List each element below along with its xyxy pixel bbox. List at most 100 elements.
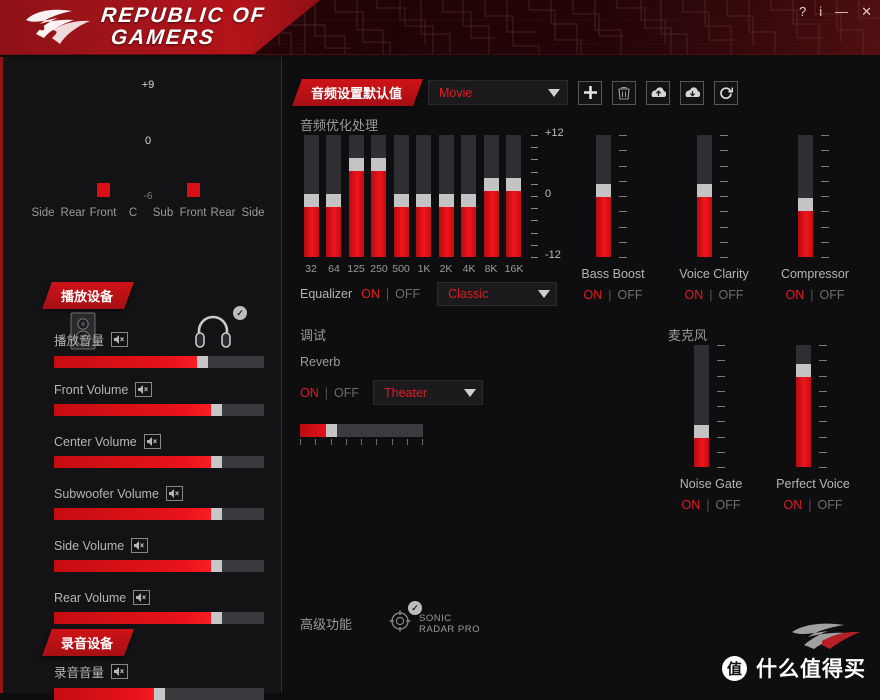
meter-channel-label: Side bbox=[241, 207, 265, 219]
volume-slider[interactable] bbox=[54, 404, 264, 416]
effect-slider-on-option[interactable]: ON bbox=[685, 288, 704, 302]
help-button[interactable]: ? bbox=[799, 2, 806, 22]
effect-slider-off-option[interactable]: OFF bbox=[820, 288, 845, 302]
equalizer-band[interactable] bbox=[439, 135, 454, 257]
reverb-toggle[interactable]: ON | OFF bbox=[300, 386, 359, 400]
mic-slider-toggle[interactable]: ON | OFF bbox=[663, 498, 759, 512]
volume-slider[interactable] bbox=[54, 456, 264, 468]
volume-knob[interactable] bbox=[211, 560, 223, 572]
preset-select[interactable]: Movie bbox=[428, 80, 569, 105]
effect-slider-toggle[interactable]: ON | OFF bbox=[767, 288, 863, 302]
effect-slider-name: Bass Boost bbox=[581, 267, 645, 281]
minimize-button[interactable]: — bbox=[835, 2, 848, 22]
mic-slider-knob[interactable] bbox=[694, 425, 709, 438]
equalizer-band-knob[interactable] bbox=[416, 194, 431, 207]
volume-slider[interactable] bbox=[54, 612, 264, 624]
equalizer-band[interactable] bbox=[416, 135, 431, 257]
volume-knob[interactable] bbox=[211, 456, 223, 468]
mic-slider-off-option[interactable]: OFF bbox=[818, 498, 843, 512]
mute-icon[interactable] bbox=[165, 486, 183, 501]
equalizer-band[interactable] bbox=[394, 135, 409, 257]
add-preset-button[interactable] bbox=[578, 80, 603, 105]
slider-tick bbox=[619, 211, 627, 212]
effect-slider-on-option[interactable]: ON bbox=[786, 288, 805, 302]
equalizer-band[interactable] bbox=[371, 135, 386, 257]
equalizer-band-knob[interactable] bbox=[349, 158, 364, 171]
mic-slider-toggle[interactable]: ON | OFF bbox=[765, 498, 861, 512]
effect-slider-knob[interactable] bbox=[596, 184, 611, 197]
playback-devices-label: 播放设备 bbox=[61, 289, 114, 304]
export-preset-button[interactable] bbox=[680, 80, 705, 105]
effect-slider-on-option[interactable]: ON bbox=[584, 288, 603, 302]
recording-volume-slider[interactable] bbox=[54, 688, 264, 700]
reverb-preset-select[interactable]: Theater bbox=[373, 380, 483, 405]
volume-slider[interactable] bbox=[54, 508, 264, 520]
import-preset-button[interactable] bbox=[646, 80, 671, 105]
mute-icon[interactable] bbox=[135, 382, 153, 397]
equalizer-band[interactable] bbox=[349, 135, 364, 257]
equalizer-band[interactable] bbox=[461, 135, 476, 257]
effect-slider-off-option[interactable]: OFF bbox=[618, 288, 643, 302]
effect-slider-track[interactable] bbox=[798, 135, 813, 257]
effect-slider-toggle[interactable]: ON | OFF bbox=[666, 288, 762, 302]
effect-slider-fill bbox=[697, 194, 712, 257]
sonic-radar-pro-button[interactable]: SONIC RADAR PRO ✓ bbox=[388, 601, 480, 638]
effect-slider: Compressor ON | OFF bbox=[767, 135, 863, 302]
volume-slider[interactable] bbox=[54, 356, 264, 368]
effect-slider-knob[interactable] bbox=[798, 198, 813, 211]
volume-knob[interactable] bbox=[211, 612, 223, 624]
mute-icon[interactable] bbox=[143, 434, 161, 449]
mute-icon[interactable] bbox=[131, 538, 149, 553]
sonic-radar-check-icon: ✓ bbox=[408, 601, 423, 615]
reset-preset-button[interactable] bbox=[714, 80, 739, 105]
volume-knob[interactable] bbox=[211, 404, 223, 416]
effect-slider-toggle[interactable]: ON | OFF bbox=[565, 288, 661, 302]
effect-slider-track[interactable] bbox=[697, 135, 712, 257]
mute-icon[interactable] bbox=[111, 332, 129, 347]
reverb-level-slider[interactable] bbox=[300, 424, 423, 437]
equalizer-band-knob[interactable] bbox=[304, 194, 319, 207]
equalizer-band[interactable] bbox=[326, 135, 341, 257]
volume-knob[interactable] bbox=[197, 356, 209, 368]
mic-slider-on-option[interactable]: ON bbox=[682, 498, 701, 512]
reverb-off-option[interactable]: OFF bbox=[334, 386, 359, 400]
mic-slider-on-option[interactable]: ON bbox=[784, 498, 803, 512]
equalizer-band[interactable] bbox=[304, 135, 319, 257]
equalizer-band-knob[interactable] bbox=[461, 194, 476, 207]
mute-icon[interactable] bbox=[133, 590, 151, 605]
effect-slider-track[interactable] bbox=[596, 135, 611, 257]
recording-volume-knob[interactable] bbox=[153, 688, 165, 700]
slider-tick bbox=[819, 391, 827, 392]
watermark-text: 什么值得买 bbox=[756, 658, 866, 681]
equalizer-band[interactable] bbox=[484, 135, 499, 257]
equalizer-band-knob[interactable] bbox=[394, 194, 409, 207]
mic-slider-knob[interactable] bbox=[796, 364, 811, 377]
mic-slider-off-option[interactable]: OFF bbox=[716, 498, 741, 512]
effect-slider-off-option[interactable]: OFF bbox=[719, 288, 744, 302]
volume-label: 播放音量 bbox=[54, 334, 105, 348]
reverb-level-knob[interactable] bbox=[325, 424, 337, 437]
equalizer-band-knob[interactable] bbox=[506, 178, 521, 191]
equalizer-on-option[interactable]: ON bbox=[361, 287, 380, 301]
equalizer-toggle[interactable]: ON | OFF bbox=[361, 287, 420, 301]
equalizer-preset-select[interactable]: Classic bbox=[437, 282, 558, 306]
equalizer-band-knob[interactable] bbox=[326, 194, 341, 207]
volume-slider[interactable] bbox=[54, 560, 264, 572]
delete-preset-button[interactable] bbox=[612, 80, 637, 105]
equalizer-band-knob[interactable] bbox=[439, 194, 454, 207]
volume-knob[interactable] bbox=[211, 508, 223, 520]
effect-slider-knob[interactable] bbox=[697, 184, 712, 197]
effect-slider-fill bbox=[596, 194, 611, 257]
chevron-down-icon bbox=[464, 388, 476, 397]
equalizer-band-knob[interactable] bbox=[371, 158, 386, 171]
equalizer-band-knob[interactable] bbox=[484, 178, 499, 191]
recording-mute-icon[interactable] bbox=[111, 664, 129, 679]
reverb-on-option[interactable]: ON bbox=[300, 386, 319, 400]
equalizer-off-option[interactable]: OFF bbox=[395, 287, 420, 301]
equalizer-band[interactable] bbox=[506, 135, 521, 257]
mic-slider-track[interactable] bbox=[694, 345, 709, 467]
info-button[interactable]: i bbox=[819, 2, 822, 22]
close-button[interactable]: ✕ bbox=[861, 2, 872, 22]
mic-slider-track[interactable] bbox=[796, 345, 811, 467]
watermark: 值 什么值得买 bbox=[722, 653, 866, 683]
